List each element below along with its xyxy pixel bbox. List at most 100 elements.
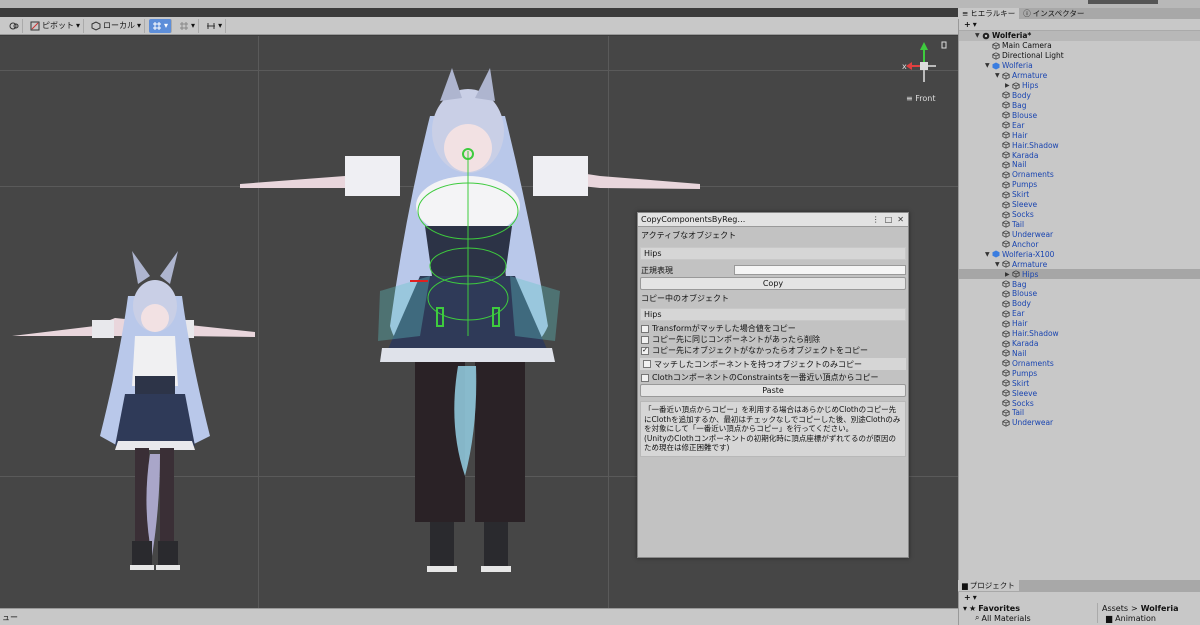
folder-item[interactable]: ▆ Animation xyxy=(1098,613,1200,623)
gameobject-icon xyxy=(1002,369,1010,377)
hierarchy-row[interactable]: ▼ Wolferia* xyxy=(959,31,1200,41)
hierarchy-row[interactable]: Tail xyxy=(959,408,1200,418)
hierarchy-row-label: Pumps xyxy=(1012,180,1038,190)
local-dropdown[interactable]: ローカル ▾ xyxy=(88,18,146,33)
increment-snap-button[interactable]: ▾ xyxy=(203,18,227,33)
hierarchy-row[interactable]: Nail xyxy=(959,349,1200,359)
hierarchy-row[interactable]: ▼ Armature xyxy=(959,71,1200,81)
checkbox[interactable] xyxy=(643,360,651,368)
hierarchy-row-label: Ear xyxy=(1012,309,1025,319)
gameobject-icon xyxy=(1002,320,1010,328)
expand-arrow-icon[interactable]: ▼ xyxy=(985,62,992,69)
hierarchy-row[interactable]: Bag xyxy=(959,279,1200,289)
hierarchy-row[interactable]: Pumps xyxy=(959,368,1200,378)
window-titlebar[interactable]: CopyComponentsByReg… ⋮ □ ✕ xyxy=(638,213,908,227)
breadcrumb-current[interactable]: Wolferia xyxy=(1141,604,1179,613)
gameobject-icon xyxy=(1002,91,1010,100)
hierarchy-row[interactable]: Hair xyxy=(959,319,1200,329)
grid-toggle-button[interactable]: ▾ xyxy=(149,18,173,33)
option-transform-copy[interactable]: Transformがマッチした場合値をコピー xyxy=(638,323,908,334)
option-label: コピー先に同じコンポーネントがあったら削除 xyxy=(652,335,820,344)
option-delete-duplicate[interactable]: コピー先に同じコンポーネントがあったら削除 xyxy=(638,334,908,345)
expand-arrow-icon[interactable]: ▶ xyxy=(1005,82,1012,89)
tab-hierarchy[interactable]: ≡ ヒエラルキー xyxy=(958,8,1020,19)
hierarchy-row[interactable]: Karada xyxy=(959,339,1200,349)
gameobject-icon xyxy=(1002,339,1010,348)
hierarchy-row[interactable]: Underwear xyxy=(959,418,1200,428)
hierarchy-row[interactable]: Tail xyxy=(959,220,1200,230)
hierarchy-row[interactable]: Sleeve xyxy=(959,388,1200,398)
chevron-down-icon[interactable]: ▾ xyxy=(973,20,977,29)
hierarchy-row[interactable]: ▶ Hips xyxy=(959,269,1200,280)
hierarchy-row[interactable]: ▼ Wolferia-X100 xyxy=(959,249,1200,259)
hierarchy-row[interactable]: ▶ Hips xyxy=(959,81,1200,91)
expand-arrow-icon[interactable]: ▼ xyxy=(995,72,1002,79)
window-menu-icon[interactable]: ⋮ xyxy=(872,215,880,224)
transform-tools-button[interactable] xyxy=(6,18,23,33)
hierarchy-row[interactable]: Blouse xyxy=(959,110,1200,120)
hierarchy-row[interactable]: Underwear xyxy=(959,229,1200,239)
favorites-item[interactable]: ▾ ★ Favorites xyxy=(959,603,1097,613)
option-copy-missing-object[interactable]: ✓ コピー先にオブジェクトがなかったらオブジェクトをコピー xyxy=(638,345,908,356)
hierarchy-row[interactable]: Anchor xyxy=(959,239,1200,249)
hierarchy-row[interactable]: ▼ Armature xyxy=(959,259,1200,269)
copy-button[interactable]: Copy xyxy=(640,277,906,290)
add-button[interactable]: + xyxy=(964,593,971,602)
hierarchy-row[interactable]: Ornaments xyxy=(959,170,1200,180)
regex-input[interactable] xyxy=(734,265,906,275)
breadcrumb-assets[interactable]: Assets xyxy=(1102,604,1128,613)
hierarchy-row[interactable]: Main Camera xyxy=(959,41,1200,51)
checkbox-checked[interactable]: ✓ xyxy=(641,346,649,355)
hierarchy-row[interactable]: Hair xyxy=(959,130,1200,140)
expand-arrow-icon[interactable]: ▼ xyxy=(975,32,982,39)
hierarchy-row[interactable]: Ear xyxy=(959,309,1200,319)
add-button[interactable]: + xyxy=(964,20,971,29)
maximize-icon[interactable]: □ xyxy=(885,215,893,224)
hierarchy-row[interactable]: Nail xyxy=(959,160,1200,170)
paste-button[interactable]: Paste xyxy=(640,384,906,397)
hierarchy-row[interactable]: Sleeve xyxy=(959,200,1200,210)
hierarchy-row[interactable]: Ear xyxy=(959,120,1200,130)
expand-arrow-icon[interactable]: ▼ xyxy=(985,251,992,258)
checkbox[interactable] xyxy=(641,335,649,344)
checkbox[interactable] xyxy=(641,373,649,382)
tab-project[interactable]: ▆ プロジェクト xyxy=(958,580,1019,591)
hierarchy-row[interactable]: Socks xyxy=(959,398,1200,408)
all-materials-item[interactable]: ⌕ All Materials xyxy=(959,613,1097,623)
hierarchy-row[interactable]: Blouse xyxy=(959,289,1200,299)
hierarchy-row[interactable]: ▼ Wolferia xyxy=(959,61,1200,71)
expand-arrow-icon[interactable]: ▶ xyxy=(1005,271,1012,278)
hierarchy-row[interactable]: Body xyxy=(959,91,1200,101)
checkbox[interactable] xyxy=(641,324,649,333)
hierarchy-row[interactable]: Pumps xyxy=(959,180,1200,190)
expand-arrow-icon[interactable]: ▼ xyxy=(995,261,1002,268)
favorites-pane: ▾ ★ Favorites ⌕ All Materials xyxy=(959,603,1097,623)
snap-button[interactable]: ▾ xyxy=(176,18,200,33)
pivot-label: ピボット xyxy=(42,21,74,30)
hierarchy-row-label: Skirt xyxy=(1012,190,1030,200)
hierarchy-row-label: Sleeve xyxy=(1012,388,1038,398)
hierarchy-row[interactable]: Hair.Shadow xyxy=(959,140,1200,150)
hierarchy-row[interactable]: Skirt xyxy=(959,378,1200,388)
copying-object-field[interactable]: Hips xyxy=(640,308,906,321)
close-icon[interactable]: ✕ xyxy=(897,215,904,224)
hierarchy-row-label: Nail xyxy=(1012,160,1027,170)
view-mode-label[interactable]: ≡ Front xyxy=(906,94,944,103)
hierarchy-row[interactable]: Skirt xyxy=(959,190,1200,200)
hierarchy-row[interactable]: Hair.Shadow xyxy=(959,329,1200,339)
hierarchy-row[interactable]: Socks xyxy=(959,210,1200,220)
hierarchy-row[interactable]: Ornaments xyxy=(959,358,1200,368)
gameobject-icon xyxy=(1002,300,1010,308)
active-object-field[interactable]: Hips xyxy=(640,247,906,260)
hierarchy-row[interactable]: Karada xyxy=(959,150,1200,160)
option-cloth-nearest[interactable]: ClothコンポーネントのConstraintsを一番近い頂点からコピー xyxy=(638,372,908,383)
all-materials-label: All Materials xyxy=(981,613,1031,623)
hierarchy-row[interactable]: Bag xyxy=(959,100,1200,110)
option-matched-only[interactable]: マッチしたコンポーネントを持つオブジェクトのみコピー xyxy=(640,358,906,370)
bottom-tab[interactable]: ュー xyxy=(2,612,18,623)
hierarchy-row[interactable]: Body xyxy=(959,299,1200,309)
tab-inspector[interactable]: ⓘ インスペクター xyxy=(1019,8,1088,19)
chevron-down-icon[interactable]: ▾ xyxy=(973,593,977,602)
hierarchy-row[interactable]: Directional Light xyxy=(959,51,1200,61)
pivot-dropdown[interactable]: ピボット ▾ xyxy=(27,18,85,33)
